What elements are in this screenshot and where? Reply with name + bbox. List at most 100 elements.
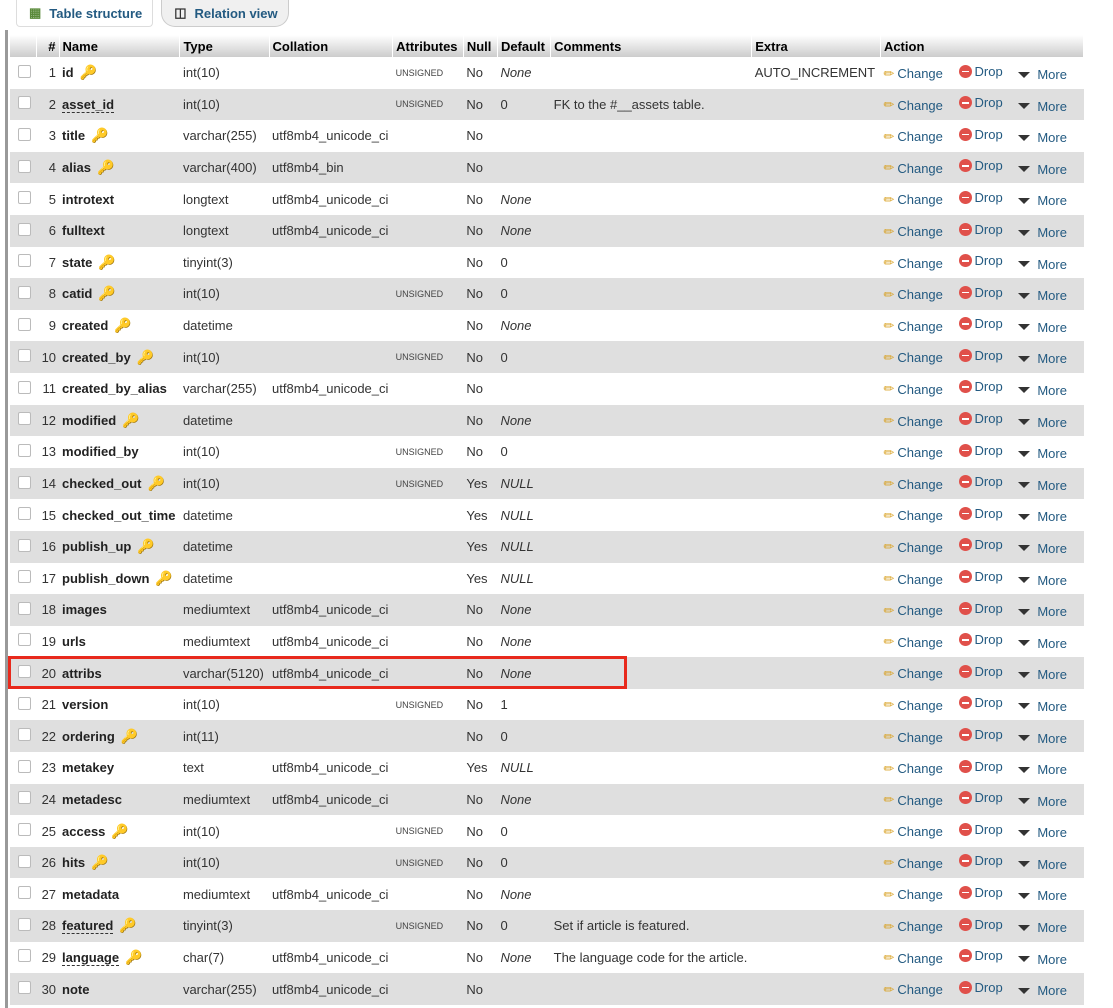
change-button[interactable]: ✏ Change [883,761,942,777]
row-checkbox[interactable] [18,570,31,584]
header-extra[interactable]: Extra [751,35,881,57]
row-checkbox[interactable] [18,917,31,931]
row-checkbox[interactable] [18,538,31,552]
more-button[interactable]: More [1018,193,1067,208]
change-button[interactable]: ✏ Change [883,224,942,240]
header-number[interactable]: # [36,35,60,57]
drop-button[interactable]: Drop [958,759,1003,774]
row-checkbox[interactable] [18,96,31,110]
change-button[interactable]: ✏ Change [883,571,942,587]
more-button[interactable]: More [1018,320,1067,335]
drop-button[interactable]: Drop [958,253,1003,268]
row-checkbox[interactable] [18,380,31,394]
change-button[interactable]: ✏ Change [883,445,942,461]
drop-button[interactable]: Drop [958,411,1003,426]
row-checkbox[interactable] [18,412,31,426]
drop-button[interactable]: Drop [958,64,1003,79]
change-button[interactable]: ✏ Change [883,287,942,303]
change-button[interactable]: ✏ Change [883,729,942,745]
drop-button[interactable]: Drop [958,885,1003,900]
drop-button[interactable]: Drop [958,190,1003,205]
drop-button[interactable]: Drop [958,222,1003,237]
header-type[interactable]: Type [179,35,270,57]
drop-button[interactable]: Drop [958,285,1003,300]
more-button[interactable]: More [1018,952,1067,967]
more-button[interactable]: More [1018,825,1067,840]
change-button[interactable]: ✏ Change [883,318,942,334]
row-checkbox[interactable] [18,285,31,299]
change-button[interactable]: ✏ Change [883,539,942,555]
more-button[interactable]: More [1018,67,1067,82]
more-button[interactable]: More [1018,604,1067,619]
more-button[interactable]: More [1018,130,1067,145]
more-button[interactable]: More [1018,794,1067,809]
drop-button[interactable]: Drop [958,537,1003,552]
drop-button[interactable]: Drop [958,822,1003,837]
row-checkbox[interactable] [18,823,31,837]
more-button[interactable]: More [1018,857,1067,872]
row-checkbox[interactable] [18,759,31,773]
drop-button[interactable]: Drop [958,948,1003,963]
drop-button[interactable]: Drop [958,506,1003,521]
row-checkbox[interactable] [18,696,31,710]
row-checkbox[interactable] [18,254,31,268]
change-button[interactable]: ✏ Change [883,97,942,113]
row-checkbox[interactable] [18,507,31,521]
change-button[interactable]: ✏ Change [883,350,942,366]
header-default[interactable]: Default [497,35,552,57]
change-button[interactable]: ✏ Change [883,697,942,713]
more-button[interactable]: More [1018,509,1067,524]
drop-button[interactable]: Drop [958,695,1003,710]
more-button[interactable]: More [1018,162,1067,177]
header-null[interactable]: Null [463,35,498,57]
drop-button[interactable]: Drop [958,348,1003,363]
drop-button[interactable]: Drop [958,980,1003,995]
drop-button[interactable]: Drop [958,158,1003,173]
drop-button[interactable]: Drop [958,95,1003,110]
change-button[interactable]: ✏ Change [883,792,942,808]
row-checkbox[interactable] [18,728,31,742]
change-button[interactable]: ✏ Change [883,666,942,682]
change-button[interactable]: ✏ Change [883,508,942,524]
more-button[interactable]: More [1018,446,1067,461]
more-button[interactable]: More [1018,225,1067,240]
change-button[interactable]: ✏ Change [883,66,942,82]
drop-button[interactable]: Drop [958,601,1003,616]
drop-button[interactable]: Drop [958,569,1003,584]
change-button[interactable]: ✏ Change [883,982,942,998]
row-checkbox[interactable] [18,222,31,236]
change-button[interactable]: ✏ Change [883,255,942,271]
change-button[interactable]: ✏ Change [883,919,942,935]
more-button[interactable]: More [1018,257,1067,272]
header-comments[interactable]: Comments [550,35,753,57]
header-action[interactable]: Action [880,35,1085,57]
row-checkbox[interactable] [18,191,31,205]
row-checkbox[interactable] [18,633,31,647]
change-button[interactable]: ✏ Change [883,160,942,176]
change-button[interactable]: ✏ Change [883,634,942,650]
more-button[interactable]: More [1018,478,1067,493]
drop-button[interactable]: Drop [958,664,1003,679]
row-checkbox[interactable] [18,665,31,679]
row-checkbox[interactable] [18,981,31,995]
more-button[interactable]: More [1018,920,1067,935]
more-button[interactable]: More [1018,667,1067,682]
change-button[interactable]: ✏ Change [883,476,942,492]
more-button[interactable]: More [1018,888,1067,903]
more-button[interactable]: More [1018,636,1067,651]
row-checkbox[interactable] [18,854,31,868]
tab-table-structure[interactable]: ▦ Table structure [16,0,154,27]
more-button[interactable]: More [1018,99,1067,114]
drop-button[interactable]: Drop [958,917,1003,932]
drop-button[interactable]: Drop [958,379,1003,394]
more-button[interactable]: More [1018,983,1067,998]
row-checkbox[interactable] [18,317,31,331]
drop-button[interactable]: Drop [958,443,1003,458]
change-button[interactable]: ✏ Change [883,129,942,145]
row-checkbox[interactable] [18,949,31,963]
row-checkbox[interactable] [18,159,31,173]
drop-button[interactable]: Drop [958,853,1003,868]
header-attributes[interactable]: Attributes [392,35,464,57]
row-checkbox[interactable] [18,349,31,363]
drop-button[interactable]: Drop [958,127,1003,142]
